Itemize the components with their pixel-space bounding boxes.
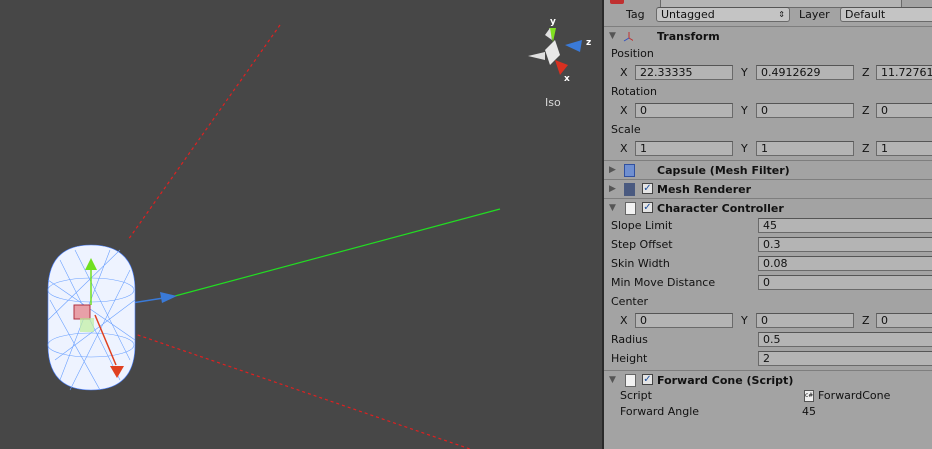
slope-limit-field[interactable]: 45 bbox=[758, 218, 932, 233]
y-label: Y bbox=[741, 104, 748, 117]
forward-angle-value: 45 bbox=[802, 405, 816, 418]
component-title: Capsule (Mesh Filter) bbox=[657, 164, 790, 177]
transform-icon bbox=[623, 32, 633, 42]
slope-limit-label: Slope Limit bbox=[611, 219, 673, 232]
center-row: X0 Y0 Z0 bbox=[604, 312, 932, 330]
height-field[interactable]: 2 bbox=[758, 351, 932, 366]
x-label: X bbox=[620, 66, 628, 79]
layer-label: Layer bbox=[799, 8, 830, 21]
center-label: Center bbox=[611, 295, 649, 308]
enabled-checkbox[interactable]: ✓ bbox=[642, 202, 653, 213]
tag-value: Untagged bbox=[661, 8, 715, 21]
collapse-triangle-icon[interactable]: ▶ bbox=[609, 161, 616, 180]
enabled-checkbox[interactable]: ✓ bbox=[642, 183, 653, 194]
collapse-triangle-icon[interactable]: ▶ bbox=[609, 180, 616, 199]
x-label: X bbox=[620, 314, 628, 327]
projection-label[interactable]: Iso bbox=[545, 96, 561, 109]
expand-triangle-icon[interactable]: ▼ bbox=[609, 27, 616, 46]
z-label: Z bbox=[862, 104, 870, 117]
svg-text:z: z bbox=[586, 38, 591, 48]
mesh-filter-icon bbox=[624, 164, 635, 177]
tag-layer-row: Tag Untagged ⇕ Layer Default bbox=[604, 6, 932, 24]
green-line bbox=[174, 208, 501, 297]
rotation-row: X0 Y0 Z0 bbox=[604, 102, 932, 120]
step-offset-field[interactable]: 0.3 bbox=[758, 237, 932, 252]
skin-width-label: Skin Width bbox=[611, 257, 670, 270]
inspector-panel: Tag Untagged ⇕ Layer Default ▼ Transform … bbox=[604, 0, 932, 449]
scale-label: Scale bbox=[611, 123, 641, 136]
character-controller-header[interactable]: ▼ ✓ Character Controller bbox=[604, 198, 932, 218]
position-z-field[interactable]: 11.72761 bbox=[876, 65, 932, 80]
red-dashed-line bbox=[131, 332, 471, 449]
radius-field[interactable]: 0.5 bbox=[758, 332, 932, 347]
rotation-label: Rotation bbox=[611, 85, 658, 98]
enabled-checkbox[interactable]: ✓ bbox=[642, 374, 653, 385]
z-label: Z bbox=[862, 142, 870, 155]
rotation-y-field[interactable]: 0 bbox=[756, 103, 854, 118]
forward-angle-label: Forward Angle bbox=[620, 405, 700, 418]
svg-text:x: x bbox=[564, 74, 570, 84]
y-label: Y bbox=[741, 314, 748, 327]
scale-z-field[interactable]: 1 bbox=[876, 141, 932, 156]
transform-header[interactable]: ▼ Transform bbox=[604, 26, 932, 46]
layer-value: Default bbox=[845, 8, 886, 21]
csharp-script-icon: c# bbox=[804, 390, 814, 402]
rotation-x-field[interactable]: 0 bbox=[635, 103, 733, 118]
mesh-filter-header[interactable]: ▶ Capsule (Mesh Filter) bbox=[604, 160, 932, 180]
mesh-renderer-header[interactable]: ▶ ✓ Mesh Renderer bbox=[604, 179, 932, 199]
component-title: Mesh Renderer bbox=[657, 183, 752, 196]
red-dashed-line bbox=[127, 24, 281, 241]
position-label: Position bbox=[611, 47, 654, 60]
expand-triangle-icon[interactable]: ▼ bbox=[609, 199, 616, 218]
svg-text:y: y bbox=[550, 17, 556, 27]
script-doc-icon bbox=[625, 374, 636, 387]
z-label: Z bbox=[862, 66, 870, 79]
component-title: Transform bbox=[657, 30, 720, 43]
z-label: Z bbox=[862, 314, 870, 327]
x-label: X bbox=[620, 104, 628, 117]
orientation-gizmo[interactable]: y z x bbox=[528, 17, 591, 84]
gameobject-icon bbox=[610, 0, 624, 4]
position-x-field[interactable]: 22.33335 bbox=[635, 65, 733, 80]
component-doc-icon bbox=[625, 202, 636, 215]
layer-dropdown[interactable]: Default bbox=[840, 7, 932, 22]
tag-label: Tag bbox=[626, 8, 645, 21]
center-z-field[interactable]: 0 bbox=[876, 313, 932, 328]
scene-canvas[interactable]: y z x bbox=[0, 0, 602, 449]
center-x-field[interactable]: 0 bbox=[635, 313, 733, 328]
dropdown-arrows-icon: ⇕ bbox=[778, 10, 785, 19]
position-row: X 22.33335 Y 0.4912629 Z 11.72761 bbox=[604, 64, 932, 82]
component-title: Character Controller bbox=[657, 202, 784, 215]
skin-width-field[interactable]: 0.08 bbox=[758, 256, 932, 271]
min-move-distance-field[interactable]: 0 bbox=[758, 275, 932, 290]
plane-handle[interactable] bbox=[80, 318, 94, 332]
center-y-field[interactable]: 0 bbox=[756, 313, 854, 328]
mesh-renderer-icon bbox=[624, 183, 635, 196]
tag-dropdown[interactable]: Untagged ⇕ bbox=[656, 7, 790, 22]
y-label: Y bbox=[741, 66, 748, 79]
min-move-distance-label: Min Move Distance bbox=[611, 276, 716, 289]
scene-view[interactable]: y z x Iso bbox=[0, 0, 602, 449]
scale-x-field[interactable]: 1 bbox=[635, 141, 733, 156]
position-y-field[interactable]: 0.4912629 bbox=[756, 65, 854, 80]
blue-arrow-icon bbox=[160, 292, 177, 303]
scale-y-field[interactable]: 1 bbox=[756, 141, 854, 156]
scale-row: X1 Y1 Z1 bbox=[604, 140, 932, 158]
step-offset-label: Step Offset bbox=[611, 238, 673, 251]
rotation-z-field[interactable]: 0 bbox=[876, 103, 932, 118]
radius-label: Radius bbox=[611, 333, 648, 346]
center-handle[interactable] bbox=[73, 304, 91, 320]
x-label: X bbox=[620, 142, 628, 155]
height-label: Height bbox=[611, 352, 648, 365]
y-label: Y bbox=[741, 142, 748, 155]
